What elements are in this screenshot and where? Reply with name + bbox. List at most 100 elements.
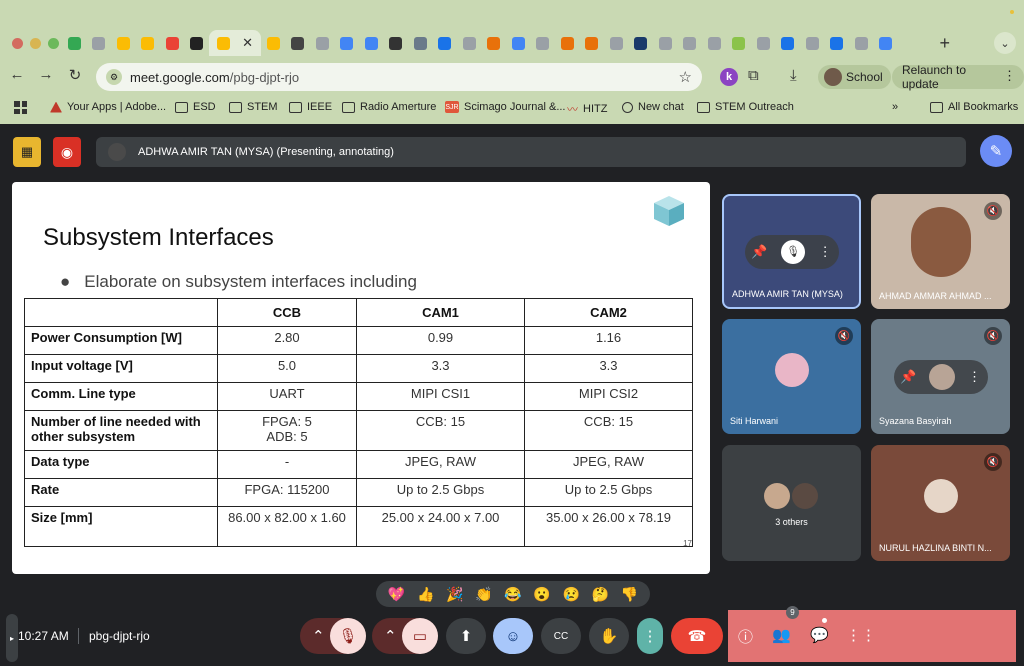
browser-tab[interactable] [62, 30, 87, 56]
party-reaction-icon[interactable]: 🎉 [446, 586, 463, 603]
browser-tab[interactable] [825, 30, 850, 56]
mic-toggle-button[interactable]: 🎙 [330, 618, 366, 654]
forward-icon[interactable]: → [35, 66, 57, 83]
browser-tab[interactable] [87, 30, 112, 56]
browser-tab[interactable] [751, 30, 776, 56]
laugh-reaction-icon[interactable]: 😂 [504, 586, 521, 603]
browser-tab[interactable] [874, 30, 899, 56]
bookmark-item[interactable]: STEM Outreach [697, 101, 794, 113]
browser-tab[interactable] [604, 30, 629, 56]
browser-tab[interactable] [506, 30, 531, 56]
browser-tab[interactable] [457, 30, 482, 56]
browser-tab[interactable] [335, 30, 360, 56]
new-tab-button[interactable]: + [939, 33, 950, 54]
browser-tab[interactable] [433, 30, 458, 56]
browser-tab[interactable] [727, 30, 752, 56]
more-options-icon[interactable]: ⋮ [819, 244, 832, 260]
close-window-button[interactable] [12, 38, 23, 49]
browser-tab[interactable] [629, 30, 654, 56]
bookmark-item[interactable]: Radio Amerture [342, 101, 436, 113]
bookmark-item[interactable]: 〰 HITZ [567, 101, 607, 117]
row-label: Input voltage [V] [24, 354, 218, 383]
browser-tab[interactable]: ✕ [209, 30, 261, 56]
bookmark-star-icon[interactable]: ☆ [679, 68, 692, 86]
participant-tile[interactable]: 📌 ⋮ 🔇 Syazana Basyirah [871, 319, 1010, 434]
bookmark-item[interactable]: SJR Scimago Journal &... [445, 101, 566, 113]
participant-tile[interactable]: 🔇 AHMAD AMMAR AHMAD ... [871, 194, 1010, 309]
browser-tab[interactable] [111, 30, 136, 56]
sad-reaction-icon[interactable]: 😢 [562, 586, 579, 603]
browser-tab[interactable] [653, 30, 678, 56]
pin-icon[interactable]: 📌 [751, 244, 767, 260]
browser-tab[interactable] [702, 30, 727, 56]
apps-icon[interactable] [14, 101, 27, 114]
participant-tile[interactable]: 🔇 Siti Harwani [722, 319, 861, 434]
bookmark-item[interactable]: ESD [175, 101, 216, 113]
present-screen-button[interactable]: ⬆ [446, 618, 486, 654]
participant-tile[interactable]: 🔇 NURUL HAZLINA BINTI N... [871, 445, 1010, 561]
record-icon[interactable]: ◉ [53, 137, 81, 167]
pin-icon[interactable]: 📌 [900, 369, 916, 385]
address-bar[interactable]: ⚙ meet.google.com/pbg-djpt-rjo ☆ [96, 63, 702, 91]
profile-chip[interactable]: School [818, 65, 891, 89]
tab-search-icon[interactable]: ⌄ [994, 32, 1016, 54]
chat-notification-dot [822, 618, 827, 623]
more-options-icon[interactable]: ⋮ [968, 369, 981, 385]
bookmark-item[interactable]: Your Apps | Adobe... [50, 101, 166, 113]
browser-tab[interactable] [482, 30, 507, 56]
raise-hand-button[interactable]: ✋ [589, 618, 629, 654]
browser-tab[interactable] [160, 30, 185, 56]
table-row: Number of line needed with other subsyst… [24, 410, 693, 451]
bookmark-item[interactable]: STEM [229, 101, 278, 113]
browser-tab[interactable] [359, 30, 384, 56]
people-icon[interactable]: 👥 [772, 626, 791, 644]
download-icon[interactable]: ⤓ [790, 67, 797, 84]
chat-icon[interactable]: 💬 [810, 626, 829, 644]
participant-tile[interactable]: 3 others [722, 445, 861, 561]
browser-tab[interactable] [310, 30, 335, 56]
reactions-button[interactable]: ☺ [493, 618, 533, 654]
site-info-icon[interactable]: ⚙ [106, 69, 122, 85]
browser-tab[interactable] [261, 30, 286, 56]
minimize-window-button[interactable] [30, 38, 41, 49]
participant-tile[interactable]: 📌 🎙 ⋮ ADHWA AMIR TAN (MYSA) [722, 194, 861, 309]
browser-tab[interactable] [580, 30, 605, 56]
close-tab-icon[interactable]: ✕ [242, 35, 253, 51]
activities-icon[interactable]: ⋮⋮ [846, 626, 876, 644]
annotate-pen-button[interactable]: ✎ [980, 135, 1012, 167]
relaunch-button[interactable]: Relaunch to update ⋮ [892, 63, 1024, 91]
browser-tab[interactable] [800, 30, 825, 56]
reload-icon[interactable]: ↻ [64, 66, 86, 84]
captions-button[interactable]: CC [541, 618, 581, 654]
thumbs-up-reaction-icon[interactable]: 👍 [417, 586, 434, 603]
thinking-reaction-icon[interactable]: 🤔 [592, 586, 609, 603]
info-icon[interactable]: ⓘ [738, 626, 753, 647]
recording-off-icon[interactable]: ▦ [13, 137, 41, 167]
camera-toggle-button[interactable]: ▭ [402, 618, 438, 654]
browser-tab[interactable] [776, 30, 801, 56]
browser-tab[interactable] [408, 30, 433, 56]
back-icon[interactable]: ← [6, 66, 28, 83]
browser-tab[interactable] [678, 30, 703, 56]
leave-call-button[interactable]: ☎ [671, 618, 723, 654]
clap-reaction-icon[interactable]: 👏 [475, 586, 492, 603]
extension-profile-icon[interactable]: k [720, 68, 738, 86]
browser-tab[interactable] [286, 30, 311, 56]
thumbs-down-reaction-icon[interactable]: 👎 [621, 586, 638, 603]
surprised-reaction-icon[interactable]: 😮 [533, 586, 550, 603]
more-options-button[interactable]: ⋮ [637, 618, 663, 654]
browser-tab[interactable] [531, 30, 556, 56]
browser-tab[interactable] [136, 30, 161, 56]
bookmark-item[interactable]: IEEE [289, 101, 332, 113]
browser-tab[interactable] [849, 30, 874, 56]
browser-tab[interactable] [555, 30, 580, 56]
browser-tab[interactable] [185, 30, 210, 56]
expand-handle-icon[interactable]: ▸ [6, 614, 18, 662]
bookmark-item[interactable]: New chat [622, 101, 684, 113]
maximize-window-button[interactable] [48, 38, 59, 49]
bookmarks-overflow[interactable]: » [892, 101, 898, 113]
heart-reaction-icon[interactable]: 💖 [388, 586, 405, 603]
all-bookmarks[interactable]: All Bookmarks [930, 101, 1018, 113]
extensions-icon[interactable]: ⧉ [748, 67, 759, 84]
browser-tab[interactable] [384, 30, 409, 56]
